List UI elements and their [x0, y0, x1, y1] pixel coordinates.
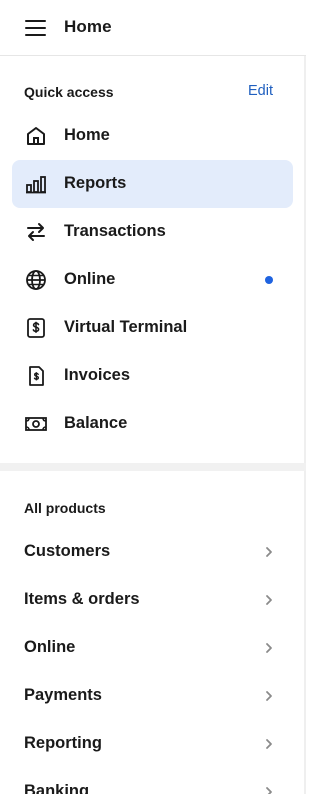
quick-access-heading: Quick access: [24, 84, 114, 100]
panel-edge-divider: [304, 56, 306, 794]
invoice-document-icon: [29, 366, 44, 386]
hamburger-menu-icon[interactable]: [25, 18, 47, 38]
product-item-label: Customers: [24, 542, 111, 560]
product-item-online[interactable]: Online: [0, 624, 304, 672]
chevron-right-icon: [266, 547, 272, 557]
transfer-arrows-icon: [27, 223, 45, 241]
quick-access-item-label: Balance: [64, 414, 128, 432]
page-title: Home: [64, 17, 112, 36]
quick-access-item-label: Invoices: [64, 366, 131, 384]
quick-access-item-reports[interactable]: Reports: [12, 160, 293, 208]
all-products-heading: All products: [24, 500, 106, 516]
product-item-payments[interactable]: Payments: [0, 672, 304, 720]
product-item-reporting[interactable]: Reporting: [0, 720, 304, 768]
chevron-right-icon: [266, 739, 272, 749]
quick-access-item-transactions[interactable]: Transactions: [12, 208, 293, 256]
product-item-label: Items & orders: [24, 590, 140, 608]
chevron-right-icon: [266, 595, 272, 605]
product-item-label: Payments: [24, 686, 102, 704]
quick-access-item-label: Virtual Terminal: [64, 318, 188, 336]
edit-quick-access-link[interactable]: Edit: [248, 83, 273, 99]
globe-icon: [26, 270, 46, 290]
quick-access-item-label: Online: [64, 270, 116, 288]
product-item-customers[interactable]: Customers: [0, 528, 304, 576]
top-bar: Home: [0, 0, 306, 56]
chevron-right-icon: [266, 787, 272, 794]
chevron-right-icon: [266, 691, 272, 701]
quick-access-item-label: Home: [64, 126, 110, 144]
reports-bar-chart-icon: [26, 176, 46, 194]
product-item-label: Online: [24, 638, 76, 656]
quick-access-item-balance[interactable]: Balance: [12, 400, 293, 448]
quick-access-item-online[interactable]: Online: [12, 256, 293, 304]
notification-dot: [265, 276, 273, 284]
product-item-label: Reporting: [24, 734, 102, 752]
product-item-banking[interactable]: Banking: [0, 768, 304, 794]
section-divider: [0, 463, 306, 471]
quick-access-item-home[interactable]: Home: [12, 112, 293, 160]
quick-access-item-invoices[interactable]: Invoices: [12, 352, 293, 400]
product-item-items-orders[interactable]: Items & orders: [0, 576, 304, 624]
quick-access-item-label: Transactions: [64, 222, 166, 240]
chevron-right-icon: [266, 643, 272, 653]
home-icon: [27, 127, 45, 145]
banknote-icon: [25, 417, 47, 431]
product-item-label: Banking: [24, 782, 90, 794]
quick-access-item-virtual-terminal[interactable]: Virtual Terminal: [12, 304, 293, 352]
dollar-terminal-icon: [27, 318, 45, 338]
quick-access-item-label: Reports: [64, 174, 127, 192]
